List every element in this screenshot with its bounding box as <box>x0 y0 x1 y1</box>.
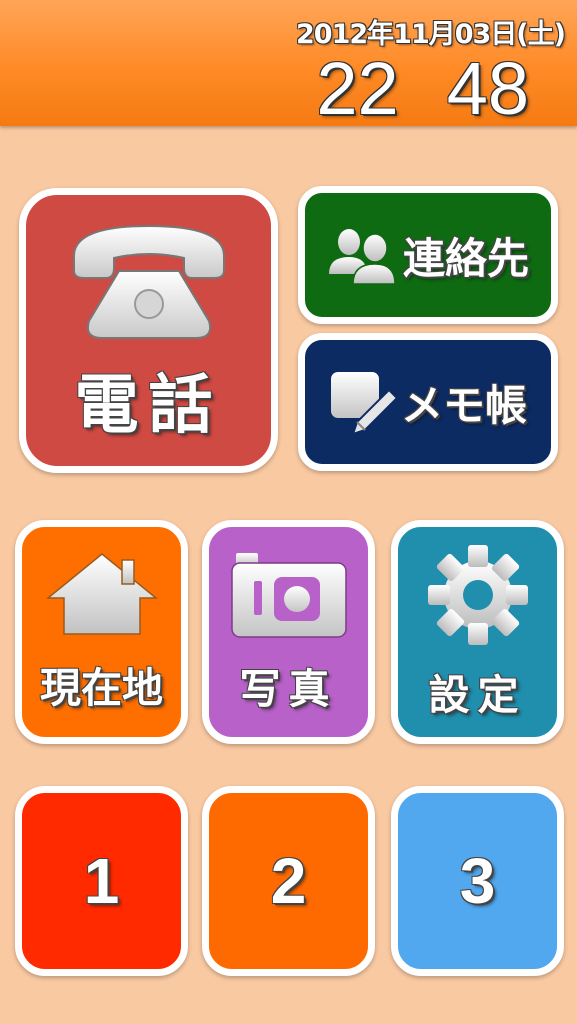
memo-button[interactable]: メモ帳 <box>298 333 558 471</box>
location-label: 現在地 <box>40 664 163 712</box>
speed-dial-2-button[interactable]: 2 <box>202 786 375 976</box>
speed-dial-3-label: 3 <box>459 845 496 917</box>
camera-icon <box>230 553 347 638</box>
location-button[interactable]: 現在地 <box>15 520 188 744</box>
photo-button[interactable]: 写真 <box>202 520 375 744</box>
gear-icon <box>427 545 528 645</box>
contacts-button[interactable]: 連絡先 <box>298 186 558 324</box>
status-header: 2012年11月03日(土) 22 48 <box>0 0 577 130</box>
memo-pencil-icon <box>330 372 399 436</box>
phone-icon <box>72 224 225 339</box>
photo-label: 写真 <box>239 665 338 713</box>
settings-label: 設定 <box>428 671 527 719</box>
contacts-label: 連絡先 <box>402 233 529 283</box>
clock-display: 22 48 <box>316 46 529 131</box>
speed-dial-2-label: 2 <box>270 845 307 917</box>
settings-button[interactable]: 設定 <box>391 520 564 744</box>
speed-dial-1-label: 1 <box>83 845 120 917</box>
speed-dial-3-button[interactable]: 3 <box>391 786 564 976</box>
clock-minute: 48 <box>446 47 529 130</box>
memo-label: メモ帳 <box>400 380 527 430</box>
house-icon <box>45 553 158 635</box>
phone-label: 電話 <box>74 368 223 443</box>
clock-hour: 22 <box>316 47 399 130</box>
speed-dial-1-button[interactable]: 1 <box>15 786 188 976</box>
contacts-icon <box>328 229 396 285</box>
phone-button[interactable]: 電話 <box>19 188 278 473</box>
